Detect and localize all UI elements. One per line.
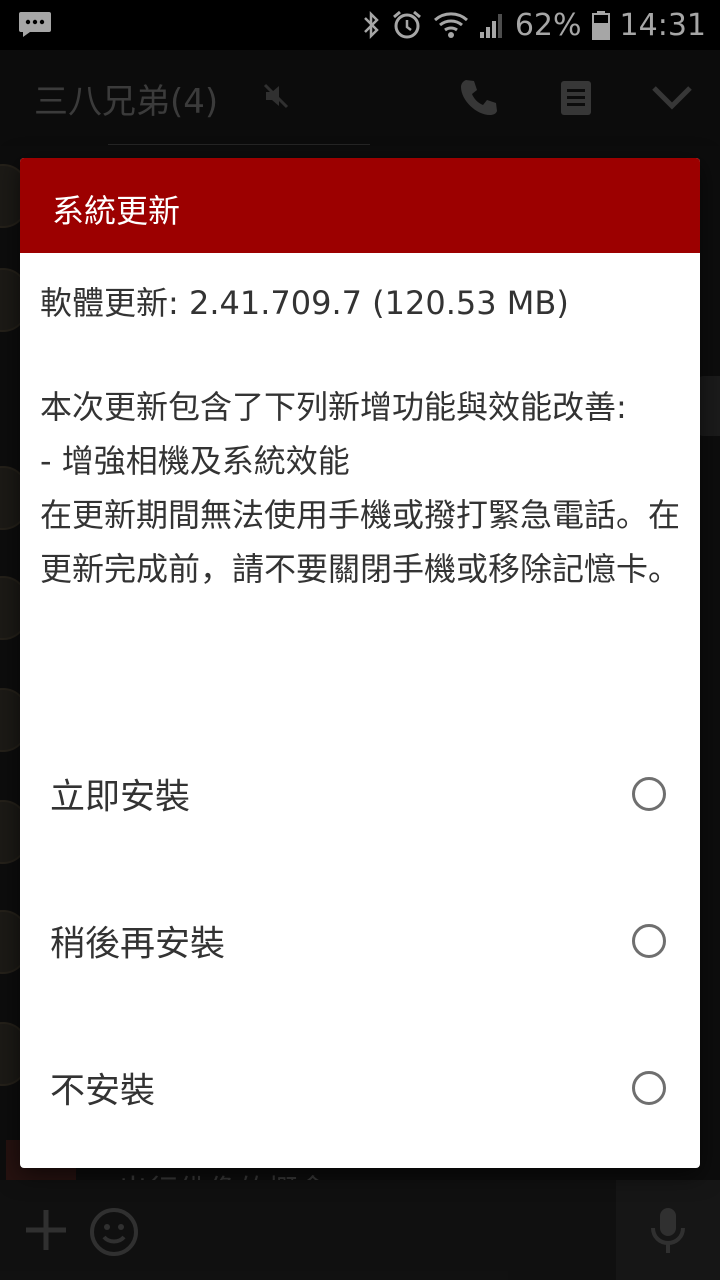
- option-label: 立即安裝: [50, 777, 191, 818]
- radio-button[interactable]: [632, 924, 666, 958]
- update-warning: 在更新期間無法使用手機或撥打緊急電話。在更新完成前，請不要關閉手機或移除記憶卡。: [40, 496, 681, 588]
- dialog-header: 系統更新: [20, 158, 700, 253]
- version-info: 軟體更新: 2.41.709.7 (120.53 MB): [40, 284, 569, 322]
- option-install-later[interactable]: 稍後再安裝: [20, 871, 700, 1011]
- radio-button[interactable]: [632, 777, 666, 811]
- update-intro: 本次更新包含了下列新增功能與效能改善:: [40, 388, 627, 426]
- option-install-now[interactable]: 立即安裝: [20, 724, 700, 864]
- update-feature: - 增強相機及系統效能: [40, 442, 350, 480]
- option-do-not-install[interactable]: 不安裝: [20, 1018, 700, 1158]
- option-label: 稍後再安裝: [50, 924, 226, 965]
- option-label: 不安裝: [50, 1071, 156, 1112]
- dialog-title: 系統更新: [52, 192, 181, 230]
- radio-button[interactable]: [632, 1071, 666, 1105]
- dialog-body: 軟體更新: 2.41.709.7 (120.53 MB) 本次更新包含了下列新增…: [40, 276, 680, 596]
- system-update-dialog: 系統更新 軟體更新: 2.41.709.7 (120.53 MB) 本次更新包含…: [20, 158, 700, 1168]
